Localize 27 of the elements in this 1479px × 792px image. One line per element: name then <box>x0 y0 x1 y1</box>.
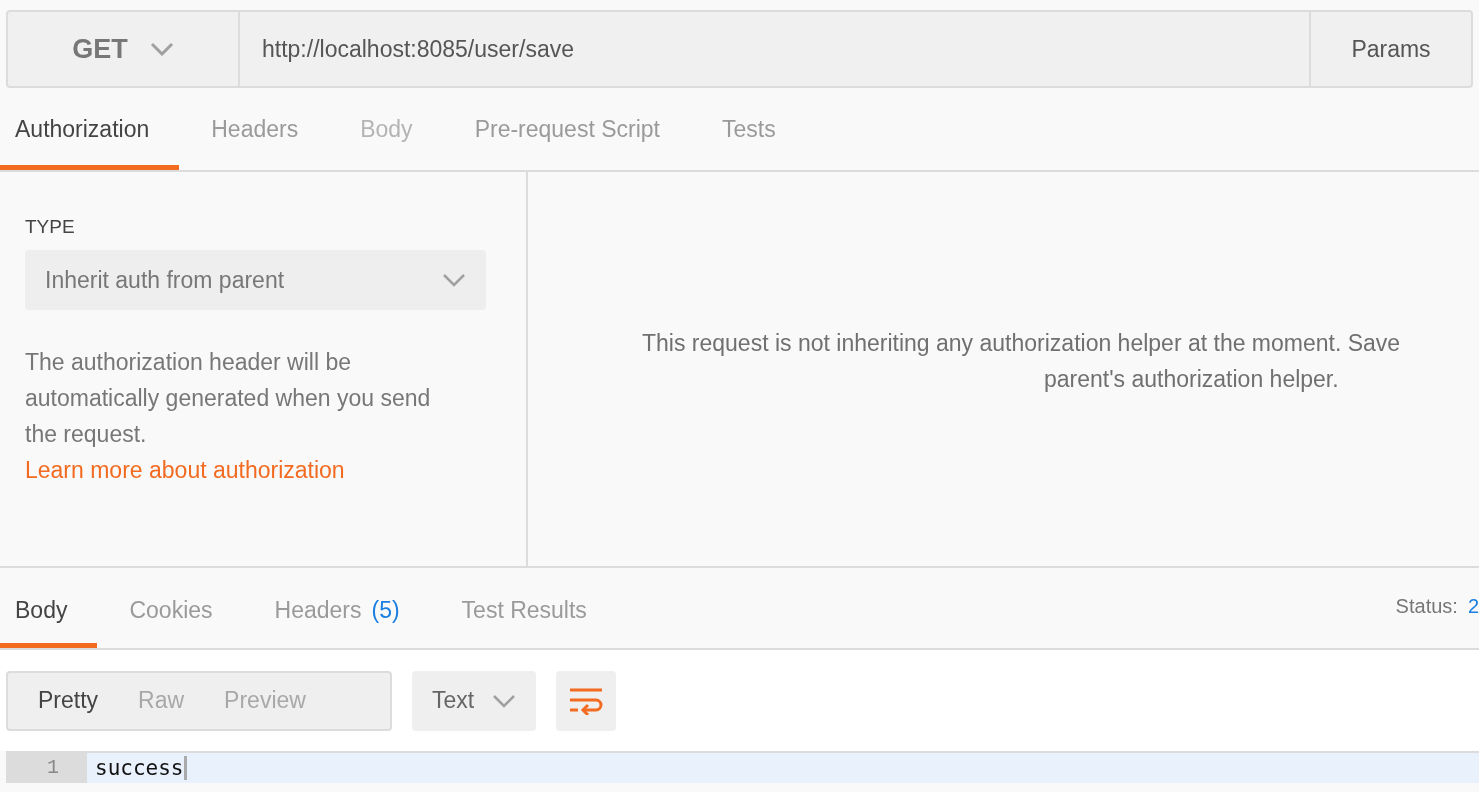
view-mode-option[interactable]: Pretty <box>18 672 119 729</box>
learn-more-link[interactable]: Learn more about authorization <box>25 457 345 483</box>
chevron-down-icon <box>149 42 174 56</box>
wrap-icon <box>569 686 604 715</box>
method-dropdown[interactable]: GET <box>8 12 240 86</box>
view-mode-option[interactable]: Raw <box>118 672 205 729</box>
chevron-down-icon <box>442 273 466 287</box>
line-number: 1 <box>6 753 87 783</box>
info-message-line: This request is not inheriting any authorization helper at the moment. Save <box>641 329 1402 358</box>
help-text: The authorization header will be automatically generated when you send the request. Learn more about authorization <box>25 348 432 485</box>
response-tab[interactable]: Test Results <box>431 568 617 648</box>
request-tab[interactable]: Headers <box>181 88 329 170</box>
request-tab[interactable]: Authorization <box>0 88 180 170</box>
wrap-lines-button[interactable] <box>556 670 617 731</box>
request-tab[interactable]: Pre-request Script <box>444 88 690 170</box>
view-mode-option[interactable]: Preview <box>204 672 326 729</box>
response-tab[interactable]: Cookies <box>99 568 243 648</box>
format-dropdown[interactable]: Text <box>412 670 537 731</box>
type-label: TYPE <box>25 216 76 238</box>
code-text: success <box>95 756 187 780</box>
response-tab[interactable]: Headers (5) <box>244 568 430 648</box>
auth-type-dropdown[interactable]: Inherit auth from parent <box>25 250 486 310</box>
info-message-line: parent's authorization helper. <box>1043 365 1340 394</box>
request-tab[interactable]: Tests <box>692 88 806 170</box>
status-label: Status: <box>1395 594 1458 618</box>
chevron-down-icon <box>492 693 517 708</box>
status-value: 2 <box>1467 594 1479 618</box>
